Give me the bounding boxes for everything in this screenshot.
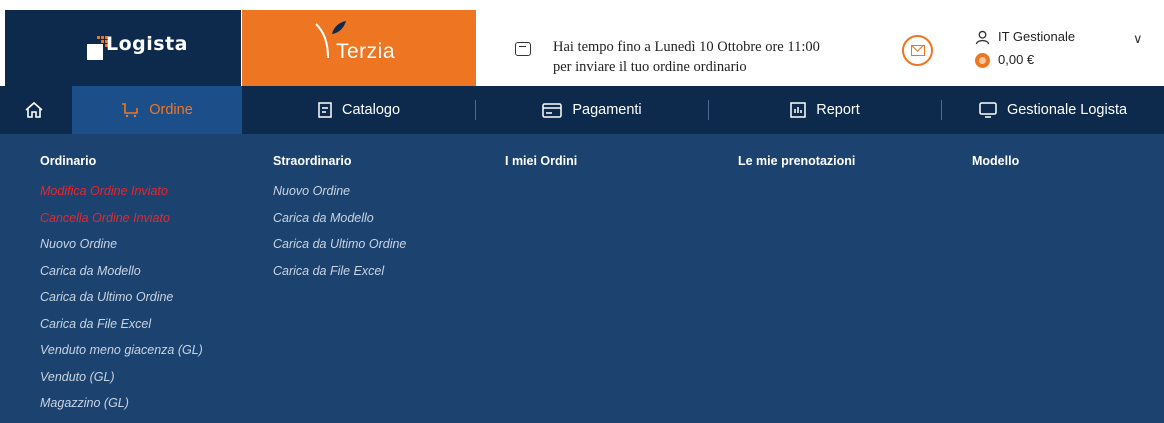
mail-icon [911,45,925,56]
menu-heading-miei-ordini[interactable]: I miei Ordini [505,154,577,168]
menu-heading-ordinario[interactable]: Ordinario [40,154,96,168]
catalog-icon [318,102,332,118]
monitor-icon [979,102,997,118]
menu-item-nuovo-ordine[interactable]: Nuovo Ordine [40,237,203,264]
menu-heading-prenotazioni[interactable]: Le mie prenotazioni [738,154,855,168]
menu-item-modifica-ordine-inviato[interactable]: Modifica Ordine Inviato [40,184,203,211]
cart-icon [122,103,139,118]
mail-button[interactable] [902,35,933,66]
tab-gestionale-logista[interactable]: Gestionale Logista [942,86,1164,134]
tab-pagamenti-label: Pagamenti [572,102,642,118]
menu-item-cancella-ordine-inviato[interactable]: Cancella Ordine Inviato [40,211,203,238]
nav-home[interactable] [0,86,70,134]
tab-catalogo-label: Catalogo [341,102,401,118]
terzia-logo[interactable]: Terzia [242,10,476,86]
deadline-line-2: per inviare il tuo ordine ordinario [553,59,747,75]
tab-report-label: Report [816,102,860,118]
tab-pagamenti[interactable]: Pagamenti [476,86,708,134]
tab-report[interactable]: Report [709,86,941,134]
menu-item-venduto[interactable]: Venduto (GL) [40,370,203,397]
deadline-line-1: Hai tempo fino a Lunedì 10 Ottobre ore 1… [553,39,820,55]
coin-icon [975,53,990,68]
tab-gestionale-label: Gestionale Logista [1006,102,1128,118]
top-header: Logista Terzia Hai tempo fino a Lunedì 1… [0,10,1164,86]
menu-item-venduto-meno-giacenza[interactable]: Venduto meno giacenza (GL) [40,343,203,370]
menu-item-carica-da-ultimo-ordine[interactable]: Carica da Ultimo Ordine [273,237,406,264]
tab-ordine-label: Ordine [149,102,193,118]
home-icon [25,101,43,118]
menu-item-carica-da-file-excel[interactable]: Carica da File Excel [273,264,406,291]
menu-item-carica-da-modello[interactable]: Carica da Modello [273,211,406,238]
menu-list-straordinario: Nuovo Ordine Carica da Modello Carica da… [273,184,406,290]
user-balance: 0,00 € [998,52,1035,67]
user-name: IT Gestionale [998,29,1076,44]
payment-card-icon [542,102,563,118]
menu-heading-modello[interactable]: Modello [972,154,1019,168]
menu-item-magazzino[interactable]: Magazzino (GL) [40,396,203,423]
logista-logo[interactable]: Logista [5,10,241,86]
menu-heading-straordinario[interactable]: Straordinario [273,154,352,168]
report-icon [790,102,806,118]
menu-item-nuovo-ordine[interactable]: Nuovo Ordine [273,184,406,211]
tab-ordine[interactable]: Ordine [72,86,242,134]
tab-catalogo[interactable]: Catalogo [243,86,475,134]
menu-list-ordinario: Modifica Ordine Inviato Cancella Ordine … [40,184,203,423]
deadline-message: Hai tempo fino a Lunedì 10 Ottobre ore 1… [553,37,903,77]
main-nav: Ordine Catalogo Pagamenti Report Gestion… [0,86,1164,134]
chat-icon [515,42,531,56]
menu-item-carica-da-file-excel[interactable]: Carica da File Excel [40,317,203,344]
logista-wordmark: Logista [106,33,188,55]
person-icon [975,30,990,45]
user-menu[interactable]: IT Gestionale ∨ 0,00 € [975,27,1160,77]
menu-item-carica-da-ultimo-ordine[interactable]: Carica da Ultimo Ordine [40,290,203,317]
ordine-mega-menu: Ordinario Modifica Ordine Inviato Cancel… [0,134,1164,423]
chevron-down-icon[interactable]: ∨ [1133,31,1143,47]
terzia-wordmark: Terzia [336,40,396,63]
menu-item-carica-da-modello[interactable]: Carica da Modello [40,264,203,291]
